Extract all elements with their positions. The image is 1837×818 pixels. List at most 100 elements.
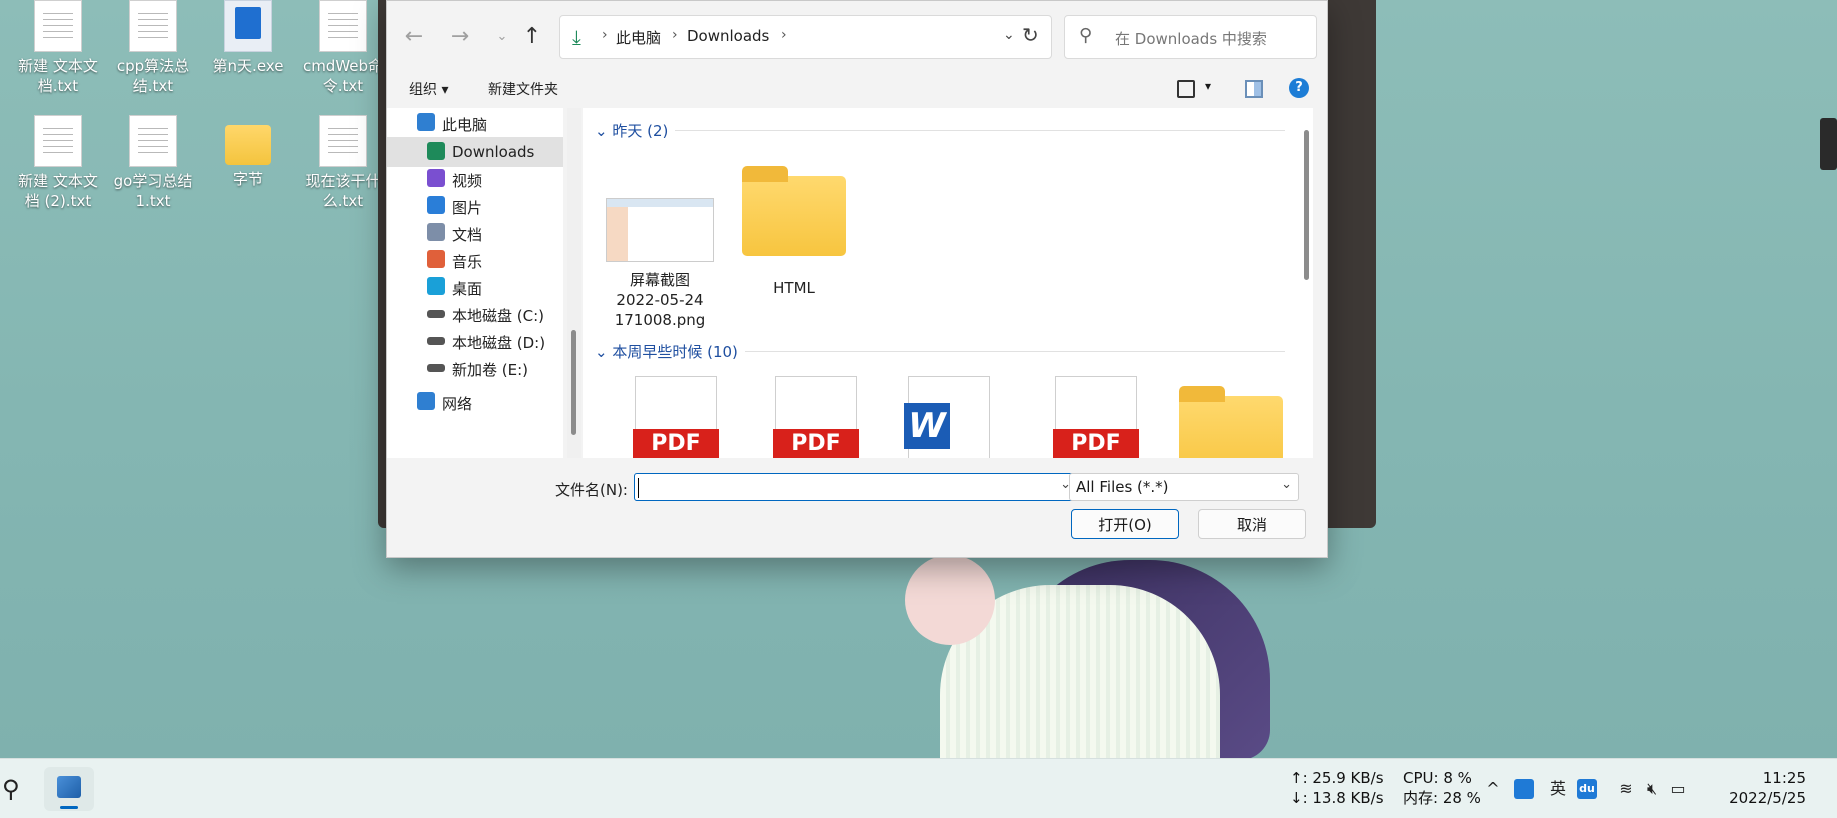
filename-label: 文件名(N): bbox=[555, 481, 628, 499]
filename-input[interactable]: ⌄ bbox=[634, 473, 1078, 501]
file-item-word[interactable]: W bbox=[894, 376, 1004, 458]
nav-item-label: 本地磁盘 (C:) bbox=[452, 307, 544, 325]
drive-icon bbox=[427, 337, 445, 345]
wifi-icon[interactable]: ≋ bbox=[1616, 779, 1636, 799]
document-icon bbox=[427, 223, 445, 241]
back-button[interactable]: ← bbox=[399, 23, 429, 51]
search-placeholder[interactable]: 在 Downloads 中搜索 bbox=[1115, 28, 1267, 49]
organize-menu[interactable]: 组织 ▾ bbox=[409, 79, 448, 99]
desktop-icon-exe[interactable]: 第n天.exe bbox=[205, 0, 291, 76]
refresh-icon[interactable]: ↻ bbox=[1022, 23, 1039, 47]
desktop-icon-txt[interactable]: cpp算法总结.txt bbox=[110, 0, 196, 96]
preview-pane-icon[interactable] bbox=[1245, 80, 1263, 98]
exe-file-icon bbox=[224, 0, 272, 52]
desktop-icon-label: go学习总结1.txt bbox=[113, 172, 193, 210]
filetype-select[interactable]: All Files (*.*) ⌄ bbox=[1069, 473, 1299, 501]
nav-item-label: 网络 bbox=[442, 395, 473, 413]
desktop-icon-txt[interactable]: 现在该干什么.txt bbox=[300, 115, 386, 211]
pdf-file-icon: PDF bbox=[1053, 376, 1139, 458]
file-item-pdf[interactable]: PDF bbox=[761, 376, 871, 458]
address-bar[interactable]: ⤓ › 此电脑 › Downloads › ⌄ bbox=[559, 15, 1052, 59]
chevron-up-icon[interactable]: ^ bbox=[1483, 779, 1503, 799]
desktop-icon-label: 第n天.exe bbox=[212, 57, 284, 75]
breadcrumb-this-pc[interactable]: 此电脑 bbox=[616, 27, 661, 48]
navigation-scrollbar[interactable] bbox=[567, 108, 581, 458]
side-widget[interactable] bbox=[1820, 118, 1837, 170]
group-divider bbox=[745, 351, 1285, 352]
group-header-yesterday[interactable]: ⌄ 昨天 (2) bbox=[595, 120, 668, 141]
pdf-badge: PDF bbox=[1053, 429, 1139, 458]
nav-item-label: 文档 bbox=[452, 226, 483, 244]
up-button[interactable]: ↑ bbox=[517, 23, 547, 51]
file-name-line: 2022-05-24 bbox=[616, 291, 704, 309]
desktop-icon bbox=[427, 277, 445, 295]
cancel-button[interactable]: 取消 bbox=[1198, 509, 1306, 539]
recent-dropdown-button[interactable]: ⌄ bbox=[487, 23, 517, 51]
breadcrumb-downloads[interactable]: Downloads bbox=[687, 27, 769, 45]
forward-button[interactable]: → bbox=[445, 23, 475, 51]
drive-icon bbox=[427, 310, 445, 318]
desktop-icon-folder[interactable]: 字节 bbox=[205, 115, 291, 189]
baidu-icon[interactable]: du bbox=[1577, 779, 1597, 799]
text-file-icon bbox=[319, 115, 367, 167]
help-icon[interactable]: ? bbox=[1289, 78, 1309, 98]
scroll-thumb[interactable] bbox=[571, 330, 576, 435]
desktop-icon-txt[interactable]: 新建 文本文档.txt bbox=[15, 0, 101, 96]
command-bar: 组织 ▾ 新建文件夹 ▾ ? bbox=[387, 71, 1327, 107]
clock-date[interactable]: 2022/5/25 bbox=[1706, 789, 1806, 808]
desktop-icon-txt[interactable]: go学习总结1.txt bbox=[110, 115, 196, 211]
file-item-pdf[interactable]: PDF bbox=[1041, 376, 1151, 458]
taskbar-app-button[interactable] bbox=[44, 767, 94, 811]
nav-item[interactable]: 本地磁盘 (D:) bbox=[387, 326, 563, 356]
nav-item[interactable]: 网络 bbox=[387, 387, 563, 417]
nav-item[interactable]: 本地磁盘 (C:) bbox=[387, 299, 563, 329]
nav-item[interactable]: Downloads bbox=[387, 137, 563, 167]
chevron-down-icon[interactable]: ⌄ bbox=[1003, 27, 1015, 43]
navigation-pane: 此电脑 Downloads 视频 图片文档 音乐 桌面本地磁盘 (C:) 本地磁盘 (D:)… bbox=[387, 108, 563, 458]
file-name-line: 屏幕截图 bbox=[629, 271, 690, 289]
battery-icon[interactable]: ▭ bbox=[1668, 779, 1688, 799]
file-item-folder[interactable] bbox=[1176, 386, 1286, 458]
image-thumbnail bbox=[606, 198, 714, 262]
nav-item[interactable]: 音乐 bbox=[387, 245, 563, 275]
nav-item[interactable]: 图片 bbox=[387, 191, 563, 221]
file-item-pdf[interactable]: PDF bbox=[621, 376, 731, 458]
folder-icon bbox=[742, 166, 846, 256]
group-label: 本周早些时候 (10) bbox=[612, 343, 738, 361]
desktop-icon-label: cpp算法总结.txt bbox=[116, 57, 190, 95]
network-upload-speed: ↑: 25.9 KB/s bbox=[1290, 769, 1384, 787]
scroll-thumb[interactable] bbox=[1304, 130, 1309, 280]
view-mode-icon[interactable] bbox=[1177, 80, 1195, 98]
search-box[interactable]: ⚲ 在 Downloads 中搜索 bbox=[1064, 15, 1317, 59]
nav-item[interactable]: 此电脑 bbox=[387, 108, 563, 138]
nav-item-label: 新加卷 (E:) bbox=[452, 361, 529, 379]
drive-icon bbox=[427, 364, 445, 372]
new-folder-button[interactable]: 新建文件夹 bbox=[488, 79, 558, 99]
desktop-icon-txt[interactable]: cmdWeb命令.txt bbox=[300, 0, 386, 96]
download-icon bbox=[427, 142, 445, 160]
nav-item[interactable]: 视频 bbox=[387, 164, 563, 194]
ime-icon[interactable]: 英 bbox=[1548, 779, 1568, 799]
view-dropdown-icon[interactable]: ▾ bbox=[1205, 79, 1211, 93]
search-icon[interactable]: ⚲ bbox=[2, 775, 20, 803]
nav-item[interactable]: 文档 bbox=[387, 218, 563, 248]
music-icon bbox=[427, 250, 445, 268]
clock-time[interactable]: 11:25 bbox=[1706, 769, 1806, 788]
nav-item[interactable]: 桌面 bbox=[387, 272, 563, 302]
taskbar: ⚲ ↑: 25.9 KB/s ↓: 13.8 KB/s CPU: 8 % 内存:… bbox=[0, 758, 1837, 818]
open-button[interactable]: 打开(O) bbox=[1071, 509, 1179, 539]
file-item-screenshot[interactable]: 屏幕截图 2022-05-24 171008.png bbox=[605, 198, 715, 330]
app-tray-icon[interactable] bbox=[1514, 779, 1534, 799]
app-icon bbox=[57, 776, 81, 798]
desktop-icon-txt[interactable]: 新建 文本文档 (2).txt bbox=[15, 115, 101, 211]
file-item-html-folder[interactable]: HTML bbox=[739, 166, 849, 298]
network-download-speed: ↓: 13.8 KB/s bbox=[1290, 789, 1384, 807]
computer-icon bbox=[417, 113, 435, 131]
mute-icon[interactable]: 🔇︎ bbox=[1642, 779, 1662, 799]
file-list: ⌄ 昨天 (2) 屏幕截图 2022-05-24 171008.png HTML… bbox=[583, 108, 1309, 458]
nav-item[interactable]: 新加卷 (E:) bbox=[387, 353, 563, 383]
group-header-earlier[interactable]: ⌄ 本周早些时候 (10) bbox=[595, 341, 738, 362]
file-list-scrollbar[interactable] bbox=[1299, 108, 1313, 458]
pdf-badge: PDF bbox=[633, 429, 719, 458]
pdf-file-icon: PDF bbox=[633, 376, 719, 458]
